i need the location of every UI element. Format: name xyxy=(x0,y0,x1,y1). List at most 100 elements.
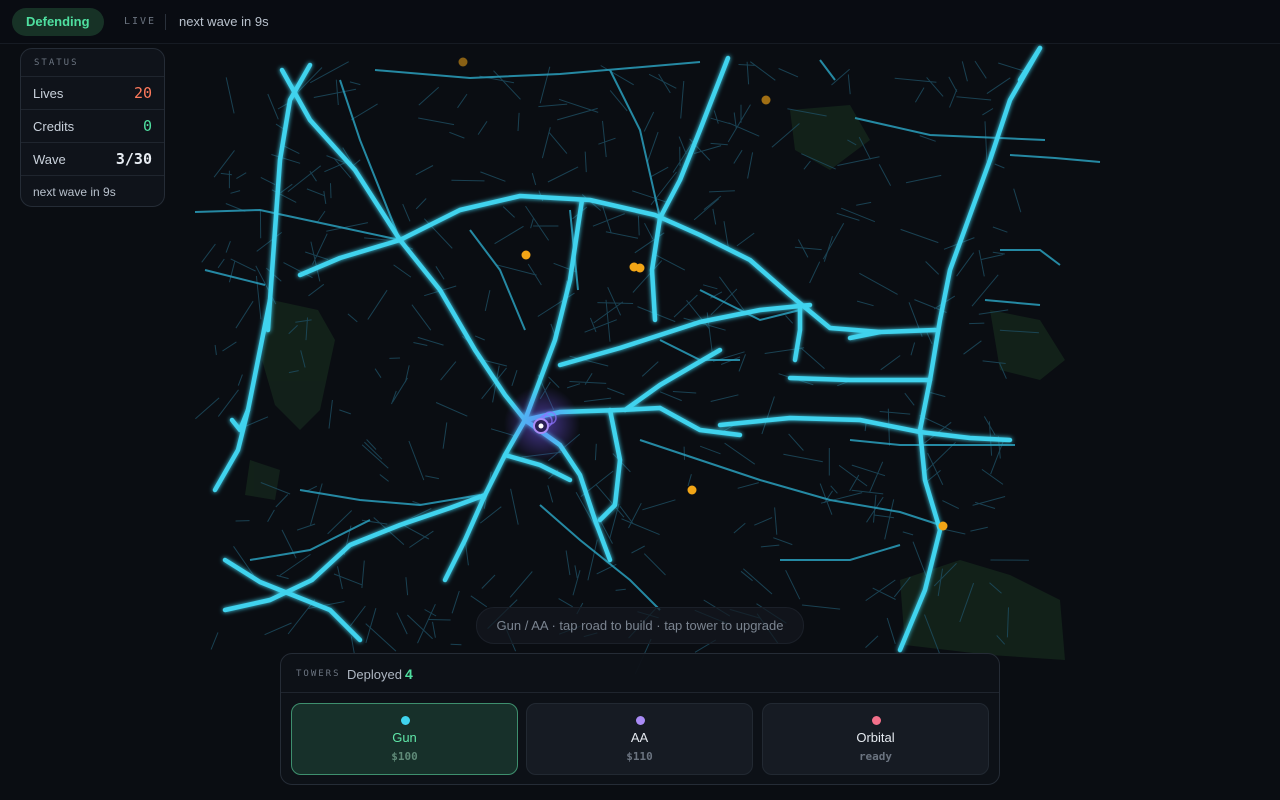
minor-street xyxy=(687,474,692,487)
tower-card-aa[interactable]: AA $110 xyxy=(526,703,753,775)
minor-street xyxy=(237,374,243,386)
minor-street xyxy=(659,391,682,402)
minor-street xyxy=(710,394,739,402)
minor-street xyxy=(742,568,773,595)
minor-street xyxy=(267,93,279,120)
minor-street xyxy=(602,120,607,158)
minor-street xyxy=(408,440,425,481)
minor-street xyxy=(509,571,533,598)
minor-street xyxy=(308,283,325,297)
minor-street xyxy=(222,341,237,352)
tower-card-orbital[interactable]: Orbital ready xyxy=(762,703,989,775)
minor-street xyxy=(527,263,542,286)
minor-street xyxy=(350,103,378,121)
minor-street xyxy=(785,569,801,600)
status-next-wave: next wave in 9s xyxy=(33,185,116,199)
minor-street xyxy=(831,68,850,86)
minor-street xyxy=(972,496,1006,506)
top-divider xyxy=(165,14,166,30)
minor-street xyxy=(879,411,911,415)
gun-icon xyxy=(401,716,410,725)
minor-street xyxy=(225,77,235,114)
minor-street xyxy=(693,198,720,221)
minor-street xyxy=(217,389,239,417)
minor-street xyxy=(337,566,343,590)
minor-street xyxy=(774,507,778,535)
minor-street xyxy=(494,225,524,245)
minor-street xyxy=(547,485,554,503)
status-row-wave: Wave 3/30 xyxy=(21,142,164,175)
minor-street xyxy=(912,541,927,577)
minor-street xyxy=(643,553,666,576)
minor-street xyxy=(271,154,301,164)
minor-street xyxy=(225,241,231,253)
credits-value: 0 xyxy=(142,117,152,135)
minor-street xyxy=(632,190,671,204)
credits-label: Credits xyxy=(33,119,75,134)
status-row-lives: Lives 20 xyxy=(21,76,164,109)
minor-street xyxy=(379,474,389,482)
minor-street xyxy=(856,201,872,206)
minor-street xyxy=(621,518,660,536)
minor-street xyxy=(220,172,232,176)
minor-street xyxy=(409,530,434,548)
status-title: STATUS xyxy=(34,58,79,68)
minor-street xyxy=(713,110,719,124)
minor-street xyxy=(605,299,611,342)
tower-card-gun[interactable]: Gun $100 xyxy=(291,703,518,775)
minor-street xyxy=(733,522,746,534)
minor-street xyxy=(435,402,468,417)
enemy-unit xyxy=(938,521,948,531)
minor-street xyxy=(309,170,317,182)
minor-street xyxy=(530,218,534,229)
minor-street xyxy=(541,127,551,159)
minor-street xyxy=(451,179,485,182)
minor-street xyxy=(851,464,886,477)
minor-street xyxy=(869,461,884,493)
minor-street xyxy=(547,166,579,183)
minor-street xyxy=(245,416,269,427)
minor-street xyxy=(736,232,755,247)
status-footer: next wave in 9s xyxy=(21,175,164,206)
minor-street xyxy=(801,604,841,610)
minor-street xyxy=(884,499,895,540)
minor-street xyxy=(930,392,946,398)
minor-street xyxy=(865,635,879,648)
minor-street xyxy=(634,232,665,254)
minor-street xyxy=(733,149,743,164)
minor-street xyxy=(440,361,457,381)
minor-street xyxy=(276,574,289,580)
build-hint: Gun / AA · tap road to build · tap tower… xyxy=(476,607,804,644)
minor-street xyxy=(411,304,432,331)
minor-street xyxy=(396,612,408,635)
minor-street xyxy=(316,210,326,223)
minor-street xyxy=(986,77,1011,95)
minor-street xyxy=(961,61,968,82)
minor-street xyxy=(727,104,751,143)
minor-street xyxy=(924,441,956,473)
minor-street xyxy=(680,80,685,119)
game-state-badge: Defending xyxy=(12,8,104,36)
minor-street xyxy=(982,108,994,116)
enemy-unit xyxy=(458,57,468,67)
tower-name: AA xyxy=(630,730,649,745)
minor-street xyxy=(994,163,1005,169)
minor-street xyxy=(374,368,382,378)
lives-value: 20 xyxy=(133,84,152,102)
minor-street xyxy=(712,208,717,225)
deployed-label: Deployed xyxy=(347,667,402,682)
minor-street xyxy=(873,514,895,519)
minor-street xyxy=(737,482,759,489)
minor-street xyxy=(415,198,427,210)
minor-street xyxy=(201,243,216,263)
tower-cost: ready xyxy=(858,750,893,763)
minor-street xyxy=(856,300,874,307)
minor-street xyxy=(574,565,578,579)
towers-panel: TOWERS Deployed 4 Gun $100 AA $110 Orbita… xyxy=(280,653,1000,785)
minor-street xyxy=(569,381,607,384)
minor-street xyxy=(970,526,988,532)
minor-street xyxy=(539,66,551,104)
minor-street xyxy=(330,183,332,199)
minor-street xyxy=(531,172,537,186)
minor-street xyxy=(878,164,892,186)
